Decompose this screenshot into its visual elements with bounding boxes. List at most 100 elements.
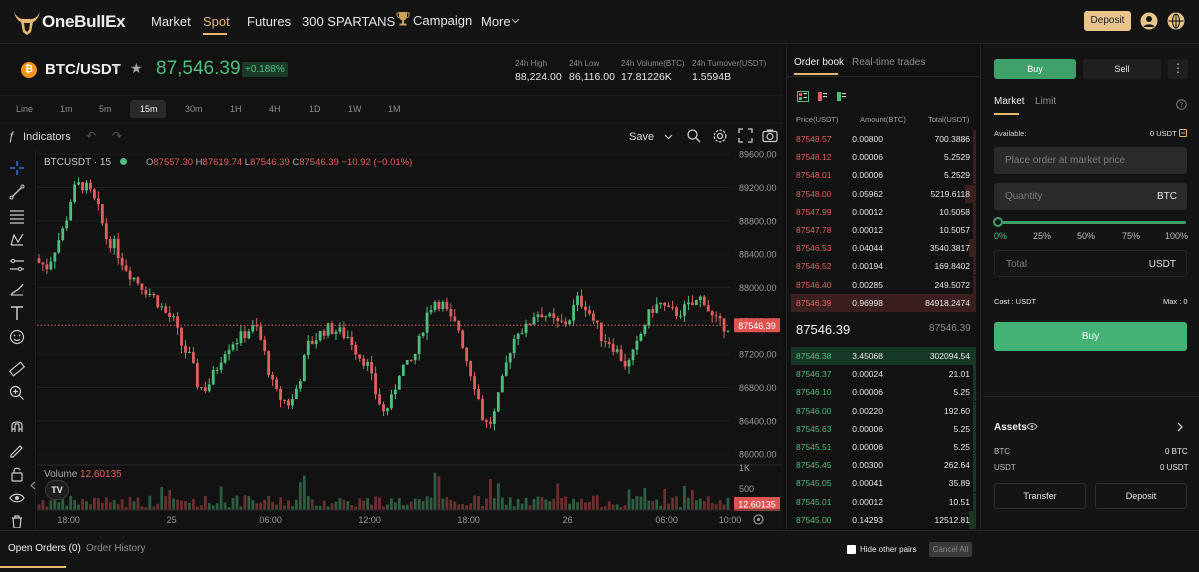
indicators-button[interactable]: Indicators [23,131,71,143]
ask-row[interactable]: 87548.01 0.00006 5.2529 [791,166,976,185]
caret-down-icon[interactable]: ▼ [112,63,120,72]
nav-market[interactable]: Market [151,14,191,29]
nav-more[interactable]: More [481,14,511,29]
ask-row[interactable]: 87546.39 0.96998 84918.2474 [791,293,976,312]
indicators-icon[interactable]: ƒ [8,129,15,143]
chevron-right-icon[interactable] [1176,422,1184,432]
bid-row[interactable]: 87546.00 0.00220 192.60 [791,401,976,420]
deposit-button[interactable]: Deposit [1084,11,1131,31]
percent-slider-track[interactable] [998,221,1186,224]
interval-5m[interactable]: 5m [99,104,112,114]
favorite-star-icon[interactable]: ★ [130,60,143,77]
pair-selector[interactable]: BTC/USDT [45,61,121,78]
bid-row[interactable]: 87545.63 0.00006 5.25 [791,419,976,438]
ask-row[interactable]: 87548.57 0.00800 700.3886 [791,130,976,148]
ask-row[interactable]: 87548.00 0.05962 5219.6118 [791,184,976,203]
save-button[interactable]: Save [629,131,654,143]
crosshair-icon[interactable] [9,160,25,176]
sell-tab[interactable]: Sell [1083,59,1161,79]
magnet-icon[interactable] [9,418,25,434]
help-icon[interactable]: ? [1176,99,1187,110]
ask-row[interactable]: 87546.53 0.04044 3540.3817 [791,239,976,258]
camera-icon[interactable] [762,128,778,143]
deposit-asset-button[interactable]: Deposit [1095,483,1187,509]
buy-tab[interactable]: Buy [994,59,1076,79]
ask-row[interactable]: 87547.99 0.00012 10.5058 [791,202,976,221]
ask-row[interactable]: 87546.40 0.00285 249.5072 [791,275,976,294]
bid-row[interactable]: 87546.10 0.00006 5.25 [791,383,976,402]
slider-label-75[interactable]: 75% [1122,231,1140,241]
forecast-icon[interactable] [9,257,25,273]
bull-logo-icon[interactable] [12,8,42,36]
quantity-input[interactable]: Quantity BTC [994,183,1187,210]
trendline-icon[interactable] [9,184,25,200]
ruler-icon[interactable] [9,361,25,377]
trash-icon[interactable] [9,514,25,528]
quick-search-icon[interactable] [686,128,702,144]
bid-row[interactable]: 87545.00 0.14293 12512.81 [791,510,976,529]
view-both-icon[interactable] [797,91,809,102]
interval-1d[interactable]: 1D [309,104,321,114]
bid-row[interactable]: 87545.51 0.00006 5.25 [791,438,976,456]
hide-other-pairs-checkbox[interactable] [847,545,856,554]
cancel-all-button[interactable]: Cancel All [929,542,972,557]
pattern-icon[interactable] [9,232,25,248]
nav-spot[interactable]: Spot [203,14,230,29]
slider-label-0[interactable]: 0% [994,231,1007,241]
tab-limit[interactable]: Limit [1035,96,1056,107]
tradingview-logo[interactable]: TV [45,480,69,500]
more-options-icon[interactable]: ⋮ [1168,59,1188,79]
price-chart[interactable]: 89600.00 89200.00 88800.00 88400.00 88000.00… [37,150,783,530]
lock-drawings-pencil-icon[interactable] [9,442,25,458]
interval-1m[interactable]: 1m [60,104,73,114]
percent-slider-thumb[interactable] [993,217,1003,227]
ask-row[interactable]: 87546.52 0.00194 169.8402 [791,257,976,276]
user-avatar-icon[interactable] [1140,12,1158,30]
interval-1w[interactable]: 1W [348,104,362,114]
bid-row[interactable]: 87546.37 0.00024 21.01 [791,365,976,384]
bid-row[interactable]: 87546.38 3.45068 302094.54 [791,347,976,365]
collapse-arrow-icon[interactable] [29,481,37,490]
view-bids-icon[interactable] [837,92,846,101]
eye-icon[interactable] [9,490,25,506]
bid-row[interactable]: 87545.45 0.00300 262.64 [791,456,976,475]
total-input[interactable]: Total USDT [994,250,1187,277]
tab-order-book[interactable]: Order book [794,57,844,68]
undo-icon[interactable]: ↶ [86,129,96,143]
ask-row[interactable]: 87548.12 0.00006 5.2529 [791,148,976,167]
emoji-icon[interactable] [9,329,25,345]
bid-row[interactable]: 87545.05 0.00041 35.89 [791,474,976,493]
redo-icon[interactable]: ↷ [112,129,122,143]
slider-label-100[interactable]: 100% [1165,231,1188,241]
slider-label-25[interactable]: 25% [1033,231,1051,241]
ask-row[interactable]: 87547.78 0.00012 10.5057 [791,221,976,239]
eye-icon[interactable] [1026,422,1038,431]
view-asks-icon[interactable] [818,92,827,101]
tab-market[interactable]: Market [994,96,1025,107]
nav-300-spartans[interactable]: 300 SPARTANS [302,14,395,29]
chart-settings-icon[interactable] [752,513,765,526]
nav-campaign[interactable]: Campaign [413,13,472,28]
globe-icon[interactable] [1167,12,1185,30]
lock-icon[interactable] [9,466,25,482]
tab-real-time-trades[interactable]: Real-time trades [852,57,925,68]
interval-15m[interactable]: 15m [140,104,158,114]
text-tool-icon[interactable] [9,305,25,321]
nav-futures[interactable]: Futures [247,14,291,29]
interval-4h[interactable]: 4H [269,104,281,114]
wallet-icon[interactable] [1179,129,1187,137]
fib-retracement-icon[interactable] [9,208,25,224]
market-price-input[interactable]: Place order at market price [994,147,1187,174]
hide-other-pairs-label[interactable]: Hide other pairs [860,545,916,554]
interval-line[interactable]: Line [16,104,33,114]
zoom-in-icon[interactable] [9,385,25,401]
chevron-down-icon[interactable] [664,133,673,141]
buy-button[interactable]: Buy [994,322,1187,351]
fullscreen-icon[interactable] [738,128,753,143]
interval-1h[interactable]: 1H [230,104,242,114]
brush-icon[interactable] [9,281,25,297]
gear-icon[interactable] [712,128,728,144]
brand-name[interactable]: OneBullEx [42,12,126,32]
transfer-button[interactable]: Transfer [994,483,1086,509]
interval-30m[interactable]: 30m [185,104,203,114]
